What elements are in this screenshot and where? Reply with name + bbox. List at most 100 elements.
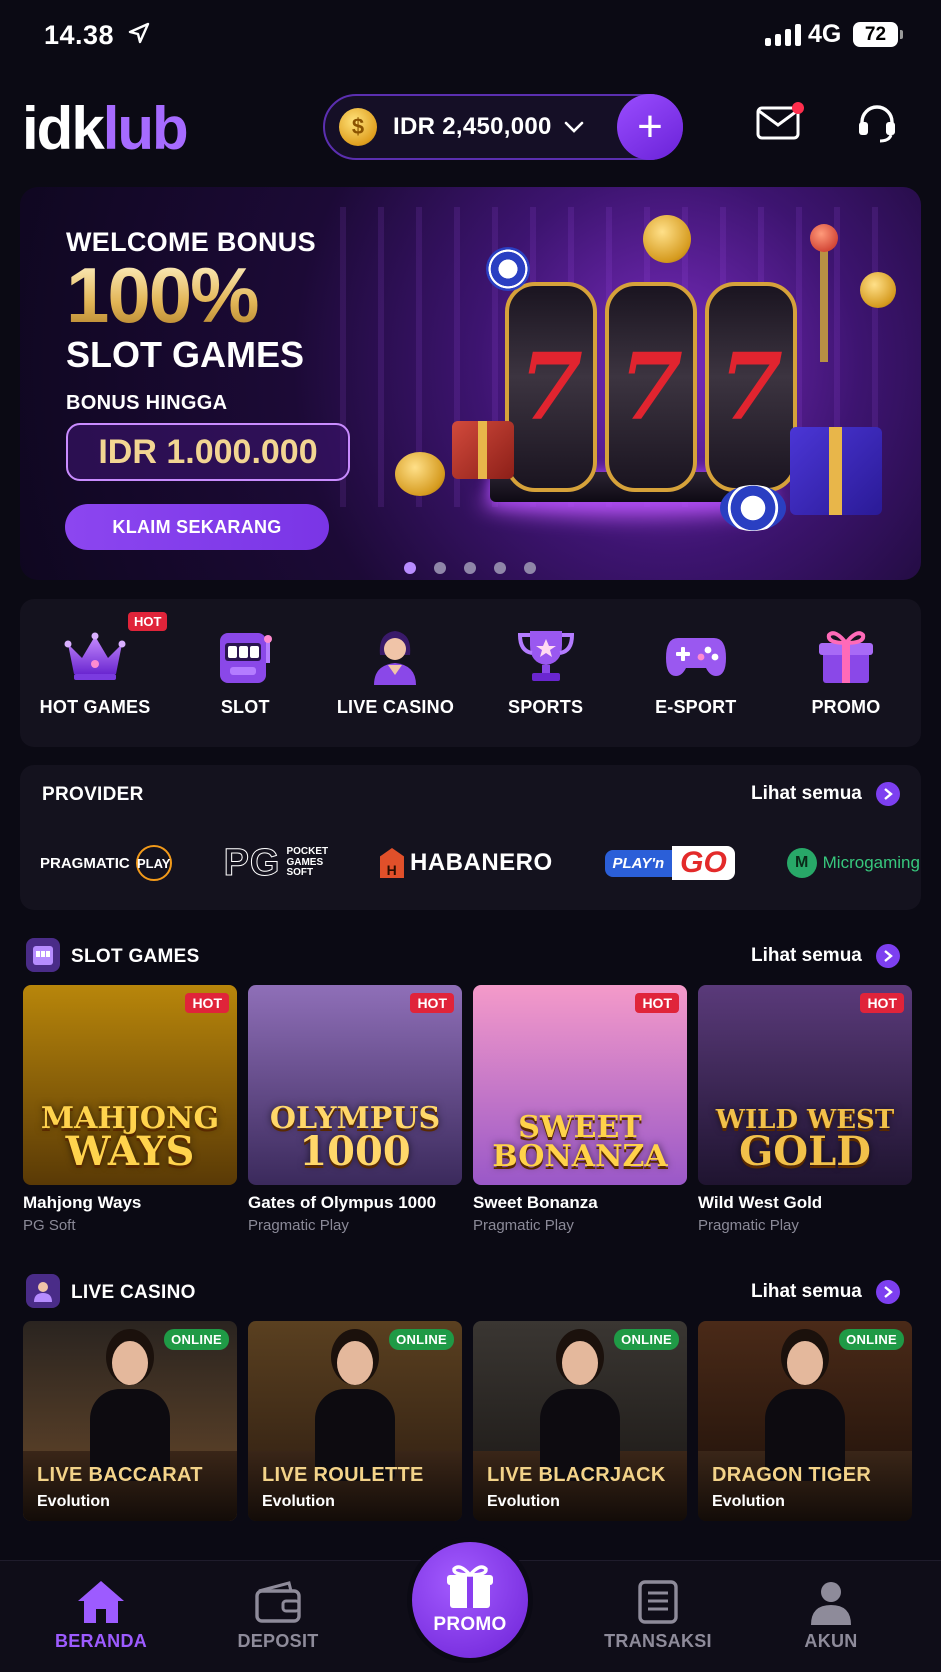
provider-logo-microgaming[interactable]: M Microgaming [786,848,920,878]
category-sports[interactable]: SPORTS [471,599,621,747]
provider-logo-pg-soft[interactable]: PG POCKET GAMES SOFT [223,841,328,885]
home-icon [78,1581,124,1623]
online-badge: ONLINE [389,1329,454,1350]
live-table-thumbnail[interactable]: ONLINE LIVE BACCARAT Evolution [23,1321,237,1521]
battery-icon: 72 [853,22,903,47]
provider-title: PROVIDER [42,784,144,805]
live-casino-see-all-link[interactable]: Lihat semua [751,1280,900,1304]
category-bar: HOT HOT GAMES SLOT LIVE CASINO SPORTS E-… [20,599,921,747]
slot-machine-icon [26,938,60,972]
category-e-sport[interactable]: E-SPORT [621,599,771,747]
notification-dot [792,102,804,114]
balance-selector[interactable]: $ IDR 2,450,000 + [323,94,683,160]
game-title: Sweet Bonanza [473,1193,598,1212]
dealer-illustration [535,1331,625,1481]
inbox-button[interactable] [756,102,804,145]
live-table-name: LIVE BLACRJACK [487,1464,666,1486]
gift-box-illustration [790,427,882,515]
game-thumbnail[interactable]: HOT SWEET BONANZA [473,985,687,1185]
coin-icon: $ [339,108,377,146]
category-slot[interactable]: SLOT [170,599,320,747]
category-live-casino[interactable]: LIVE CASINO [320,599,470,747]
live-table-thumbnail[interactable]: ONLINE LIVE ROULETTE Evolution [248,1321,462,1521]
live-table-card[interactable]: ONLINE LIVE BACCARAT Evolution [23,1321,237,1521]
wallet-icon [255,1581,301,1623]
habanero-icon: H [379,848,404,878]
live-table-card[interactable]: ONLINE LIVE BLACRJACK Evolution [473,1321,687,1521]
live-table-provider: Evolution [262,1493,335,1510]
provider-logo-habanero[interactable]: H HABANERO [379,848,553,878]
dealer-icon [26,1274,60,1308]
nav-home[interactable]: BERANDA [41,1579,161,1652]
headset-icon [859,105,895,143]
hot-badge: HOT [410,993,454,1013]
live-table-card[interactable]: ONLINE LIVE ROULETTE Evolution [248,1321,462,1521]
chevron-down-icon [564,121,583,133]
claim-now-button[interactable]: KLAIM SEKARANG [65,504,329,550]
hot-badge: HOT [635,993,679,1013]
slot-games-header: SLOT GAMES Lihat semua [0,936,941,976]
dealer-illustration [310,1331,400,1481]
coin-illustration [643,215,691,263]
live-casino-title: LIVE CASINO [71,1282,196,1303]
game-title: Mahjong Ways [23,1193,142,1212]
slot-game-card[interactable]: HOT OLYMPUS 1000 Gates of Olympus 1000 Pragm… [248,985,462,1234]
banner-dot[interactable] [434,562,446,574]
slot-lever [810,224,838,362]
slot-game-card[interactable]: HOT SWEET BONANZA Sweet Bonanza Pragmatic Pl… [473,985,687,1234]
game-provider: Pragmatic Play [473,1217,574,1234]
chevron-right-icon [875,944,900,968]
banner-dot[interactable] [464,562,476,574]
promo-banner[interactable]: 7 7 7 WELCOME BONUS 100% SLOT GAMES BONU… [20,187,921,580]
category-label: LIVE CASINO [336,697,455,717]
crown-icon [62,623,128,689]
banner-slot-games: SLOT GAMES [66,334,305,376]
nav-deposit[interactable]: DEPOSIT [218,1579,338,1652]
game-thumbnail[interactable]: HOT OLYMPUS 1000 [248,985,462,1185]
category-promo[interactable]: PROMO [771,599,921,747]
network-type: 4G [808,20,842,48]
game-thumbnail[interactable]: HOT MAHJONG WAYS [23,985,237,1185]
live-table-thumbnail[interactable]: ONLINE LIVE BLACRJACK Evolution [473,1321,687,1521]
slot-machine-icon [212,623,278,689]
slot-games-see-all-link[interactable]: Lihat semua [751,944,900,968]
banner-dot[interactable] [404,562,416,574]
live-table-thumbnail[interactable]: ONLINE DRAGON TIGER Evolution [698,1321,912,1521]
nav-account[interactable]: AKUN [771,1579,891,1652]
live-table-card[interactable]: ONLINE DRAGON TIGER Evolution [698,1321,912,1521]
banner-bonus-amount: IDR 1.000.000 [66,423,350,482]
provider-logo-playngo[interactable]: PLAY'n GO [604,846,735,880]
banner-pagination[interactable] [404,562,536,574]
slot-game-card[interactable]: HOT MAHJONG WAYS Mahjong Ways PG Soft [23,985,237,1234]
slot-game-card[interactable]: HOT WILD WEST GOLD Wild West Gold Pragmatic … [698,985,912,1234]
game-art-title: WILD WEST GOLD [715,1105,895,1175]
support-button[interactable] [856,102,898,149]
banner-dot[interactable] [494,562,506,574]
slot-games-list: HOT MAHJONG WAYS Mahjong Ways PG Soft HOT OLYM… [23,985,912,1234]
game-thumbnail[interactable]: HOT WILD WEST GOLD [698,985,912,1185]
banner-bonus-upto: BONUS HINGGA [66,392,228,415]
category-label: E-SPORT [655,697,737,717]
hot-badge: HOT [128,612,168,631]
gift-box-illustration [452,421,514,479]
banner-dot[interactable] [524,562,536,574]
game-title: Wild West Gold [698,1193,823,1212]
provider-logo-pragmatic[interactable]: PRAGMATIC PLAY [40,845,172,881]
game-provider: Pragmatic Play [248,1217,349,1234]
provider-logos: PRAGMATIC PLAY PG POCKET GAMES SOFT H HA… [40,833,920,893]
category-label: PROMO [811,697,881,717]
provider-see-all-link[interactable]: Lihat semua [751,782,900,806]
game-provider: Pragmatic Play [698,1217,799,1234]
nav-transactions[interactable]: TRANSAKSI [598,1579,718,1652]
live-table-name: DRAGON TIGER [712,1464,872,1486]
app-logo[interactable]: idklub [22,94,189,163]
live-casino-header: LIVE CASINO Lihat semua [0,1272,941,1312]
game-art-title: SWEET BONANZA [492,1110,668,1174]
category-hot-games[interactable]: HOT HOT GAMES [20,599,170,747]
hot-badge: HOT [860,993,904,1013]
slot-machine-illustration: 7 7 7 [505,282,835,492]
add-balance-button[interactable]: + [617,94,683,160]
nav-promo[interactable]: PROMO [407,1537,533,1663]
category-label: SLOT [220,697,270,717]
receipt-icon [638,1580,678,1624]
